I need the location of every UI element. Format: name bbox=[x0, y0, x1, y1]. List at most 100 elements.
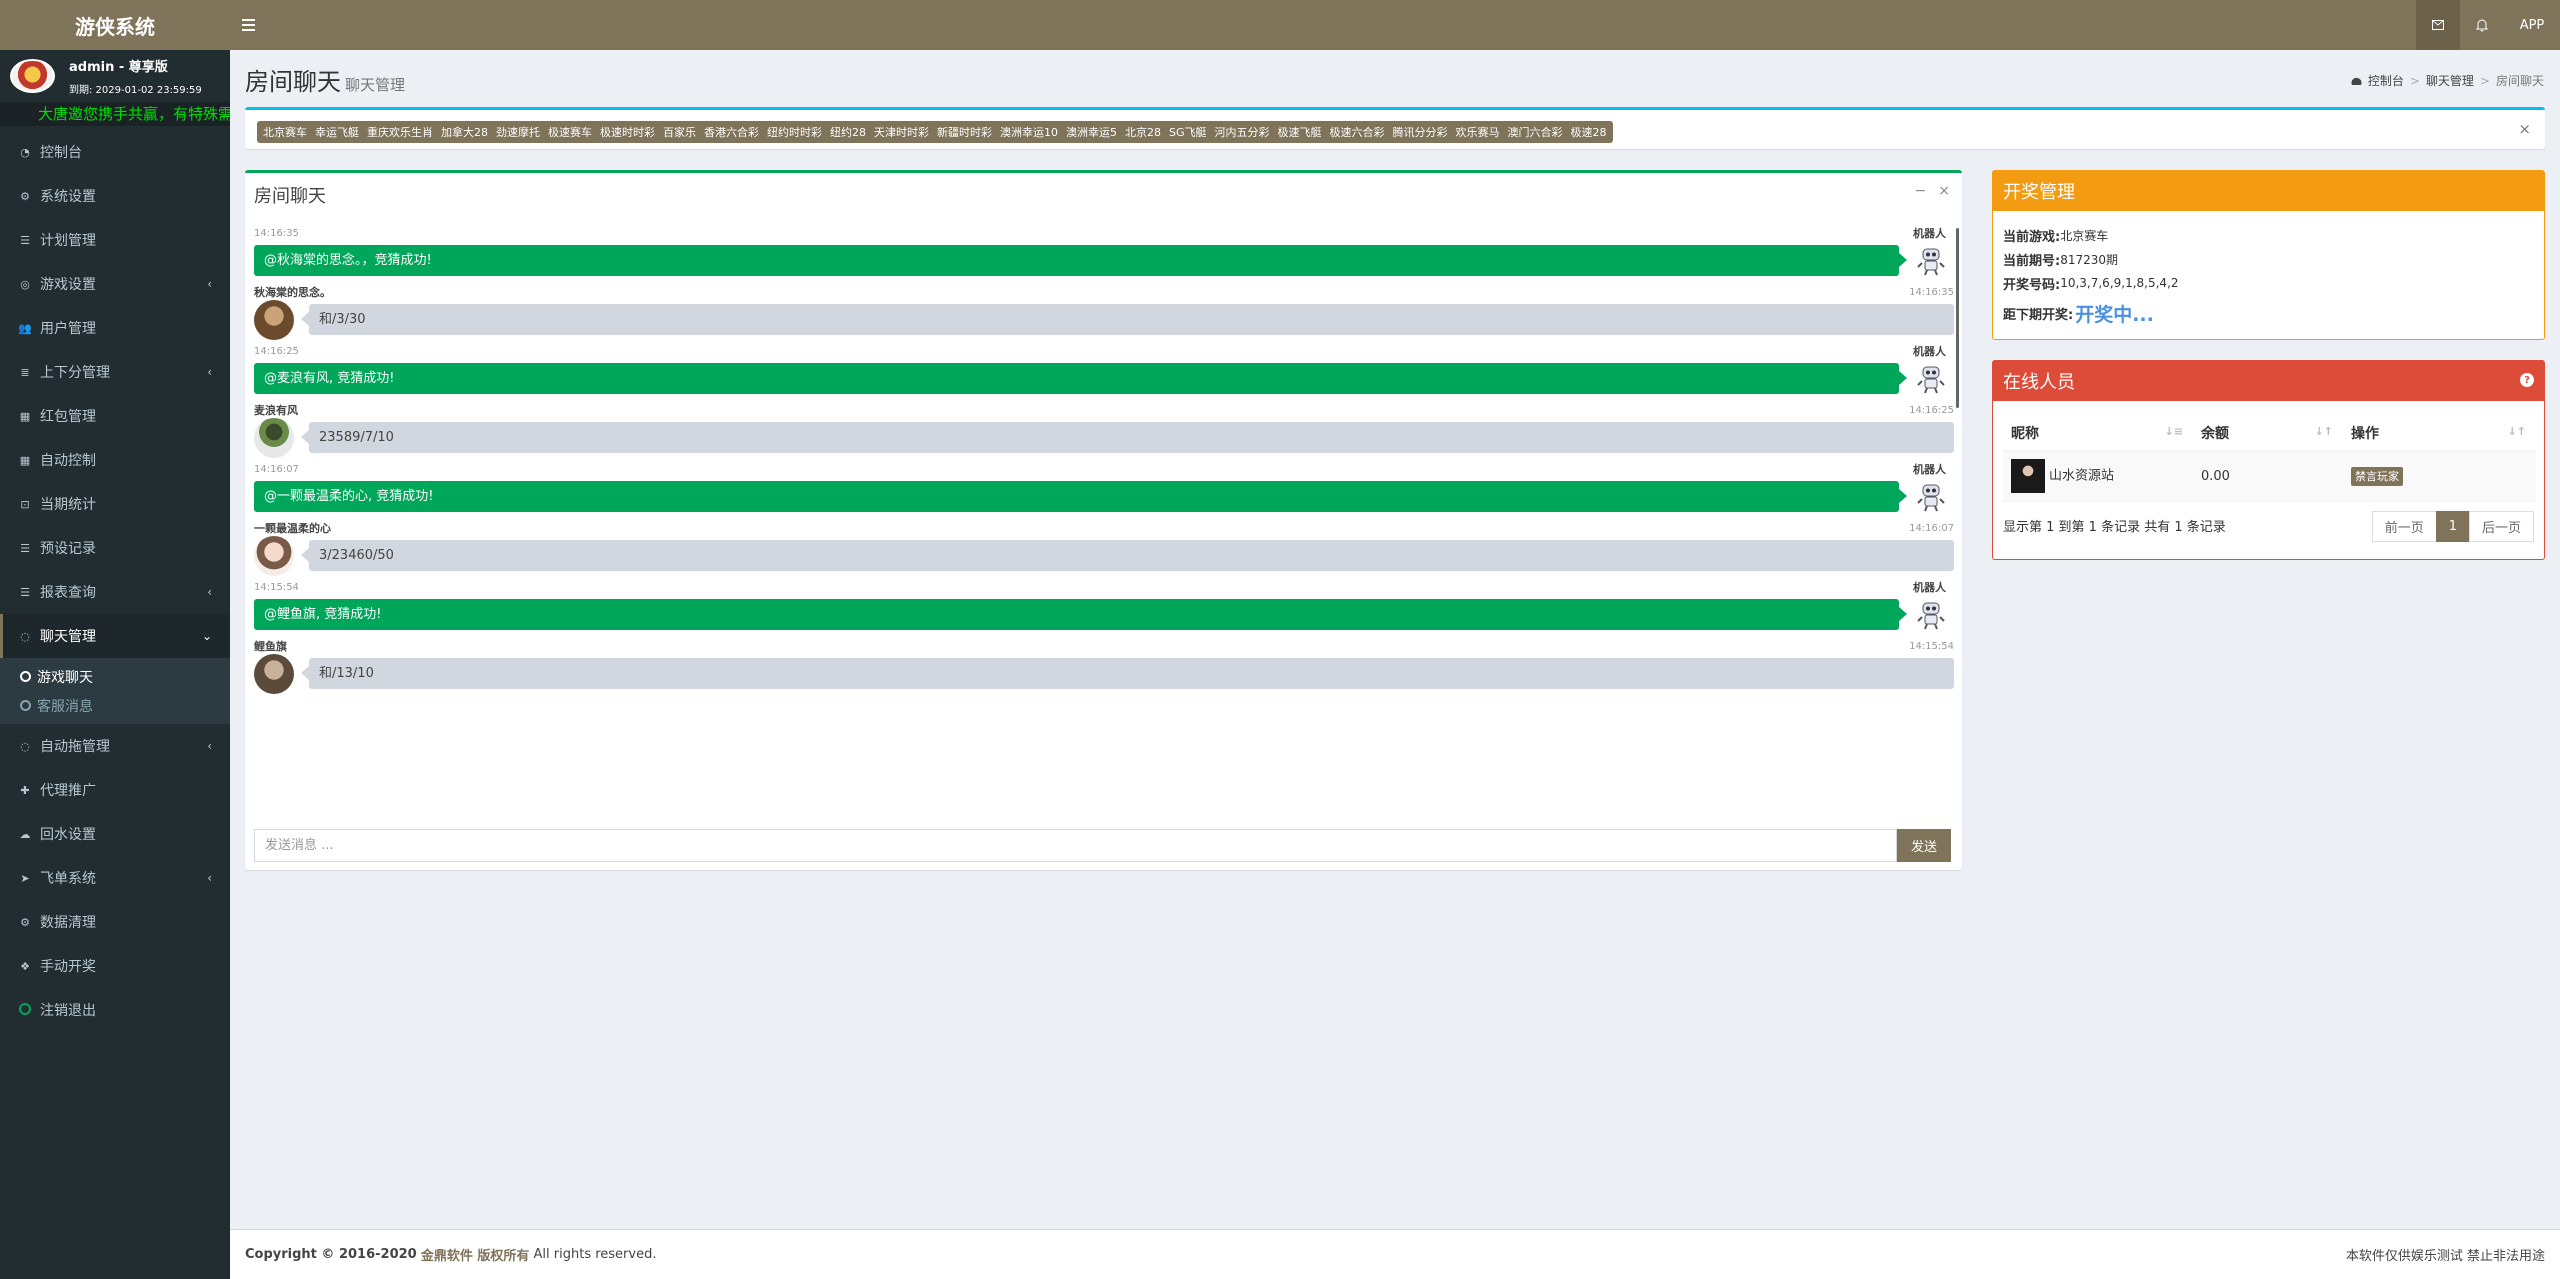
breadcrumb-chat-management[interactable]: 聊天管理 bbox=[2426, 72, 2474, 89]
sidebar-item-9[interactable]: ☰ 预设记录 bbox=[0, 526, 230, 570]
online-panel-title: 在线人员 ? bbox=[1993, 361, 2544, 401]
col-nickname[interactable]: 昵称 ↓≡ bbox=[2003, 415, 2193, 452]
game-tag[interactable]: 幸运飞艇 bbox=[311, 123, 363, 141]
col-balance[interactable]: 余额 ↓↑ bbox=[2193, 415, 2343, 452]
help-icon[interactable]: ? bbox=[2520, 373, 2534, 387]
game-tag[interactable]: SG飞艇 bbox=[1165, 123, 1211, 141]
chevron-left-icon: ‹ bbox=[207, 277, 212, 291]
sidebar-item-14[interactable]: ☁ 回水设置 bbox=[0, 812, 230, 856]
robot-avatar-icon bbox=[1912, 359, 1950, 397]
list-icon: ☰ bbox=[20, 233, 30, 247]
gear-icon: ⚙ bbox=[20, 915, 30, 929]
sidebar-item-18[interactable]: 注销退出 bbox=[0, 988, 230, 1032]
game-tag[interactable]: 极速六合彩 bbox=[1326, 123, 1389, 141]
bell-icon[interactable] bbox=[2460, 0, 2504, 50]
sidebar-item-8[interactable]: ⊡ 当期统计 bbox=[0, 482, 230, 526]
comments-icon: ◌ bbox=[20, 629, 30, 643]
chat-box-title: 房间聊天 bbox=[254, 186, 326, 207]
rights-text: All rights reserved. bbox=[533, 1247, 657, 1262]
chat-box: 房间聊天 − × 14:16:35 机器人 @秋海棠的思念。，竞猜成功! 秋海棠的思念… bbox=[245, 170, 1962, 870]
chat-message-input[interactable] bbox=[254, 829, 1897, 862]
game-tag[interactable]: 极速赛车 bbox=[544, 123, 596, 141]
sidebar-toggle-icon[interactable] bbox=[242, 12, 268, 38]
message-time: 14:16:07 bbox=[254, 463, 299, 475]
submenu-item-1[interactable]: 客服消息 bbox=[0, 691, 230, 720]
game-tag[interactable]: 极速28 bbox=[1567, 123, 1611, 141]
game-tag[interactable]: 澳洲幸运5 bbox=[1062, 123, 1121, 141]
cogs-icon: ⚙ bbox=[20, 189, 30, 203]
game-tag[interactable]: 河内五分彩 bbox=[1211, 123, 1274, 141]
chat-footer: 发送 bbox=[254, 829, 1951, 862]
sort-icon: ↓↑ bbox=[2507, 425, 2526, 438]
close-icon[interactable]: × bbox=[1938, 183, 1950, 199]
sidebar-item-11[interactable]: ◌ 聊天管理 ⌄ bbox=[0, 614, 230, 658]
sidebar-item-label: 用户管理 bbox=[40, 321, 96, 337]
app-logo[interactable]: 游侠系统 bbox=[0, 0, 230, 50]
game-tag[interactable]: 腾讯分分彩 bbox=[1389, 123, 1452, 141]
table-info: 显示第 1 到第 1 条记录 共有 1 条记录 bbox=[2003, 520, 2226, 535]
breadcrumb-home[interactable]: 控制台 bbox=[2368, 72, 2404, 89]
sidebar-item-10[interactable]: ☰ 报表查询 ‹ bbox=[0, 570, 230, 614]
sidebar-item-7[interactable]: ▦ 自动控制 bbox=[0, 438, 230, 482]
table-icon: ▦ bbox=[19, 409, 31, 423]
collapse-icon[interactable]: − bbox=[1915, 183, 1927, 199]
chat-submenu: 游戏聊天 客服消息 bbox=[0, 658, 230, 724]
game-tag[interactable]: 澳门六合彩 bbox=[1504, 123, 1567, 141]
next-draw-row: 距下期开奖: 开奖中... bbox=[2003, 301, 2534, 326]
submenu-item-0[interactable]: 游戏聊天 bbox=[0, 662, 230, 691]
col-action[interactable]: 操作 ↓↑ bbox=[2343, 415, 2536, 452]
next-page-button[interactable]: 后一页 bbox=[2468, 511, 2534, 542]
message-time: 14:16:07 bbox=[1909, 522, 1954, 534]
close-icon[interactable]: × bbox=[2518, 120, 2531, 138]
player-avatar bbox=[2011, 459, 2045, 494]
sender-name: 机器人 bbox=[1913, 227, 1946, 240]
sidebar-item-16[interactable]: ⚙ 数据清理 bbox=[0, 900, 230, 944]
game-tag[interactable]: 香港六合彩 bbox=[700, 123, 763, 141]
send-button[interactable]: 发送 bbox=[1897, 829, 1951, 862]
chevron-left-icon: ‹ bbox=[207, 739, 212, 753]
game-tag[interactable]: 澳洲幸运10 bbox=[996, 123, 1062, 141]
game-tag[interactable]: 劲速摩托 bbox=[492, 123, 544, 141]
prev-page-button[interactable]: 前一页 bbox=[2371, 511, 2437, 542]
game-tag[interactable]: 新疆时时彩 bbox=[933, 123, 996, 141]
app-link[interactable]: APP bbox=[2504, 0, 2560, 50]
page-1-button[interactable]: 1 bbox=[2435, 511, 2470, 542]
game-tag[interactable]: 欢乐赛马 bbox=[1452, 123, 1504, 141]
chat-messages[interactable]: 14:16:35 机器人 @秋海棠的思念。，竞猜成功! 秋海棠的思念。 14:16:35… bbox=[254, 225, 1954, 815]
user-message: 一颗最温柔的心 14:16:07 3/23460/50 bbox=[254, 520, 1954, 576]
game-tag[interactable]: 纽约时时彩 bbox=[763, 123, 826, 141]
game-tag[interactable]: 重庆欢乐生肖 bbox=[363, 123, 437, 141]
game-tag[interactable]: 加拿大28 bbox=[437, 123, 492, 141]
list-icon: ☰ bbox=[20, 541, 30, 555]
game-tag[interactable]: 北京赛车 bbox=[259, 123, 311, 141]
chevron-left-icon: ‹ bbox=[207, 365, 212, 379]
sidebar-item-2[interactable]: ☰ 计划管理 bbox=[0, 218, 230, 262]
chat-scrollbar[interactable] bbox=[1956, 228, 1959, 408]
copyright: Copyright © 2016-2020 bbox=[245, 1247, 417, 1262]
sidebar-item-6[interactable]: ▦ 红包管理 bbox=[0, 394, 230, 438]
game-tag[interactable]: 北京28 bbox=[1121, 123, 1165, 141]
footer: Copyright © 2016-2020 金鼎软件 版权所有 All righ… bbox=[230, 1229, 2560, 1279]
sidebar-item-13[interactable]: ✚ 代理推广 bbox=[0, 768, 230, 812]
message-time: 14:15:54 bbox=[254, 581, 299, 593]
envelope-icon[interactable] bbox=[2416, 0, 2460, 50]
sidebar-item-15[interactable]: ➤ 飞单系统 ‹ bbox=[0, 856, 230, 900]
game-tag[interactable]: 百家乐 bbox=[659, 123, 700, 141]
user-avatar bbox=[254, 654, 294, 694]
sender-name: 鲤鱼旗 bbox=[254, 640, 287, 653]
sidebar-item-4[interactable]: 👥 用户管理 bbox=[0, 306, 230, 350]
game-tag[interactable]: 天津时时彩 bbox=[870, 123, 933, 141]
mute-player-button[interactable]: 禁言玩家 bbox=[2351, 467, 2403, 487]
brand-link[interactable]: 金鼎软件 版权所有 bbox=[421, 1245, 530, 1264]
game-tag[interactable]: 纽约28 bbox=[826, 123, 870, 141]
game-tag[interactable]: 极速飞艇 bbox=[1274, 123, 1326, 141]
circle-icon bbox=[20, 671, 31, 682]
sidebar-item-5[interactable]: ≣ 上下分管理 ‹ bbox=[0, 350, 230, 394]
sidebar-item-17[interactable]: ❖ 手动开奖 bbox=[0, 944, 230, 988]
game-tag[interactable]: 极速时时彩 bbox=[596, 123, 659, 141]
sidebar-item-1[interactable]: ⚙ 系统设置 bbox=[0, 174, 230, 218]
game-selector-box: 北京赛车 幸运飞艇 重庆欢乐生肖 加拿大28 劲速摩托 极速赛车 极速时时彩 百家乐 香港六合彩… bbox=[245, 107, 2545, 149]
sidebar-item-3[interactable]: ◎ 游戏设置 ‹ bbox=[0, 262, 230, 306]
sidebar-item-0[interactable]: ◔ 控制台 bbox=[0, 130, 230, 174]
sidebar-item-12[interactable]: ◌ 自动拖管理 ‹ bbox=[0, 724, 230, 768]
